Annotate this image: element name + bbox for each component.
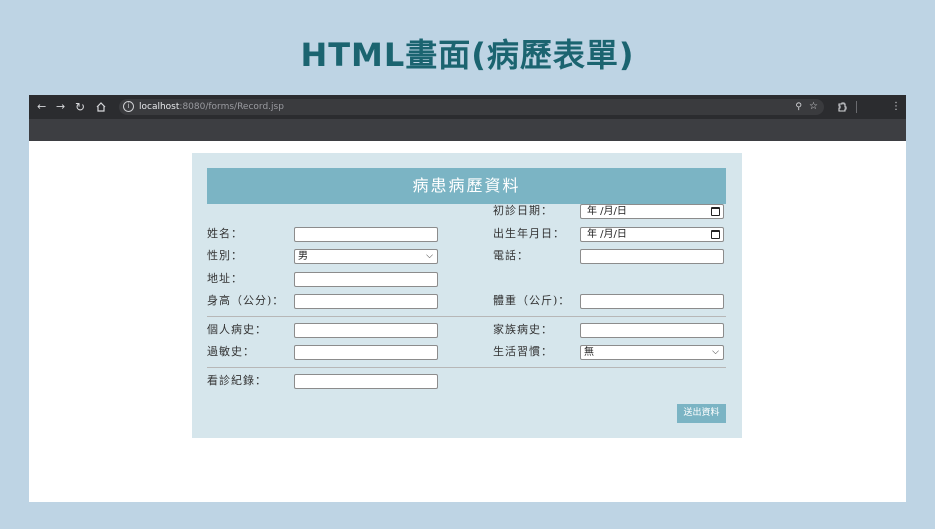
lifestyle-select[interactable]: 無 ⌵ (580, 345, 724, 360)
visit-record-input[interactable] (294, 374, 438, 389)
zoom-icon[interactable]: ⚲ (795, 100, 802, 114)
page-content: 病患病歷資料 初診日期： 年 /月/日 姓名： 出生年月日： 年 /月/日 性別… (29, 141, 906, 502)
height-input[interactable] (294, 294, 438, 309)
calendar-icon[interactable] (711, 230, 720, 239)
phone-input[interactable] (580, 249, 724, 264)
gender-label: 性別： (207, 249, 243, 262)
chevron-down-icon: ⌵ (426, 251, 433, 261)
calendar-icon[interactable] (711, 207, 720, 216)
family-history-label: 家族病史： (493, 323, 553, 336)
bookmarks-bar (29, 119, 906, 141)
browser-window: ← → ↻ i localhost:8080/forms/Record.jsp … (29, 95, 906, 502)
browser-toolbar: ← → ↻ i localhost:8080/forms/Record.jsp … (29, 95, 906, 119)
allergy-history-label: 過敏史： (207, 345, 255, 358)
lifestyle-label: 生活習慣： (493, 345, 553, 358)
reload-icon[interactable]: ↻ (75, 99, 85, 115)
address-bar[interactable]: i localhost:8080/forms/Record.jsp ⚲ ☆ (119, 99, 824, 115)
menu-icon[interactable]: ⋮ (891, 99, 901, 115)
weight-input[interactable] (580, 294, 724, 309)
birth-date-label: 出生年月日： (493, 227, 565, 240)
name-label: 姓名： (207, 227, 243, 240)
record-form: 病患病歷資料 初診日期： 年 /月/日 姓名： 出生年月日： 年 /月/日 性別… (192, 153, 742, 438)
star-icon[interactable]: ☆ (809, 100, 818, 114)
address-input[interactable] (294, 272, 438, 287)
back-icon[interactable]: ← (37, 99, 46, 115)
toolbar-divider (856, 101, 857, 113)
chevron-down-icon: ⌵ (712, 347, 719, 357)
visit-record-label: 看診紀錄： (207, 374, 267, 387)
url-text: localhost:8080/forms/Record.jsp (139, 102, 284, 112)
extensions-icon[interactable] (837, 99, 847, 117)
first-visit-date-input[interactable]: 年 /月/日 (580, 204, 724, 219)
weight-label: 體重（公斤)： (493, 294, 571, 307)
family-history-input[interactable] (580, 323, 724, 338)
birth-date-input[interactable]: 年 /月/日 (580, 227, 724, 242)
gender-select[interactable]: 男 ⌵ (294, 249, 438, 264)
name-input[interactable] (294, 227, 438, 242)
personal-history-label: 個人病史： (207, 323, 267, 336)
section-divider (207, 367, 726, 368)
site-info-icon[interactable]: i (123, 101, 134, 112)
address-label: 地址： (207, 272, 243, 285)
submit-button[interactable]: 送出資料 (677, 404, 726, 423)
phone-label: 電話： (493, 249, 529, 262)
forward-icon[interactable]: → (56, 99, 65, 115)
slide-title: HTML畫面(病歷表單) (300, 36, 635, 74)
section-divider (207, 316, 726, 317)
home-icon[interactable] (96, 99, 107, 115)
first-visit-label: 初診日期： (493, 204, 553, 217)
height-label: 身高（公分)： (207, 294, 285, 307)
form-heading: 病患病歷資料 (207, 168, 726, 204)
personal-history-input[interactable] (294, 323, 438, 338)
allergy-history-input[interactable] (294, 345, 438, 360)
